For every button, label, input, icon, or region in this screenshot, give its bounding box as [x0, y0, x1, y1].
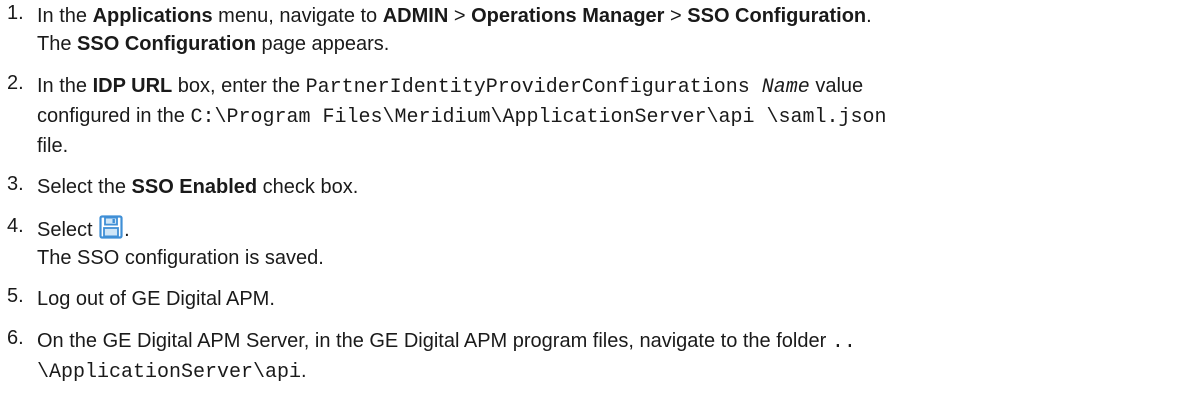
step-result: The SSO Configuration page appears.	[37, 30, 1170, 58]
step-instruction-cont: configured in the C:\Program Files\Merid…	[37, 102, 1170, 132]
text: .	[124, 219, 130, 241]
text: The	[37, 33, 78, 55]
step-content: Select the SSO Enabled check box.	[37, 173, 1170, 201]
step-number: 4.	[7, 215, 24, 237]
step-instruction: In the Applications menu, navigate to AD…	[37, 2, 1170, 30]
code-name-field: Name	[761, 76, 810, 99]
text: check box.	[257, 176, 359, 198]
save-icon	[99, 215, 123, 239]
text: value	[809, 75, 864, 97]
step-instruction: On the GE Digital APM Server, in the GE …	[37, 327, 1170, 357]
text: .	[301, 360, 307, 382]
step-number: 3.	[7, 173, 24, 195]
step-content: In the IDP URL box, enter the PartnerIde…	[37, 72, 1170, 160]
step-number: 5.	[7, 285, 24, 307]
ui-term-admin: ADMIN	[382, 5, 449, 27]
text: menu, navigate to	[212, 5, 383, 27]
ui-term-sso-configuration: SSO Configuration	[77, 33, 256, 55]
ui-term-sso-configuration: SSO Configuration	[687, 5, 867, 27]
step-instruction: Log out of GE Digital APM.	[37, 288, 275, 310]
text: On the GE Digital APM Server, in the GE …	[37, 330, 832, 352]
step-result: The SSO configuration is saved.	[37, 247, 324, 269]
step-instruction-cont: \ApplicationServer\api.	[37, 357, 1170, 387]
step-instruction: Select .	[37, 215, 1170, 244]
step-content: In the Applications menu, navigate to AD…	[37, 2, 1170, 58]
code-folder-path: \ApplicationServer\api	[37, 361, 302, 384]
ui-term-applications: Applications	[92, 5, 213, 27]
text: In the	[37, 75, 93, 97]
text: >	[448, 5, 472, 27]
step-number: 2.	[7, 72, 24, 94]
text: page appears.	[255, 33, 390, 55]
step-content: Select . The SSO configuration is saved.	[37, 215, 1170, 272]
step-instruction-cont: file.	[37, 135, 69, 157]
text: Select	[37, 219, 99, 241]
text: .	[866, 5, 872, 27]
step-content: On the GE Digital APM Server, in the GE …	[37, 327, 1170, 387]
text: In the	[37, 5, 93, 27]
step-content: Log out of GE Digital APM.	[37, 285, 1170, 313]
ui-term-sso-enabled: SSO Enabled	[131, 176, 258, 198]
ui-term-operations-manager: Operations Manager	[471, 5, 665, 27]
text: >	[664, 5, 688, 27]
text: box, enter the	[172, 75, 306, 97]
step-number: 6.	[7, 327, 24, 349]
step-instruction: In the IDP URL box, enter the PartnerIde…	[37, 72, 1170, 102]
text: configured in the	[37, 105, 191, 127]
step-number: 1.	[7, 2, 24, 24]
text: Select the	[37, 176, 132, 198]
ui-term-idp-url: IDP URL	[92, 75, 173, 97]
code-config-key: PartnerIdentityProviderConfigurations	[305, 76, 750, 99]
step-instruction: Select the SSO Enabled check box.	[37, 173, 1170, 201]
code-folder-prefix: ..	[831, 331, 856, 354]
code-file-path: C:\Program Files\Meridium\ApplicationSer…	[190, 106, 887, 129]
